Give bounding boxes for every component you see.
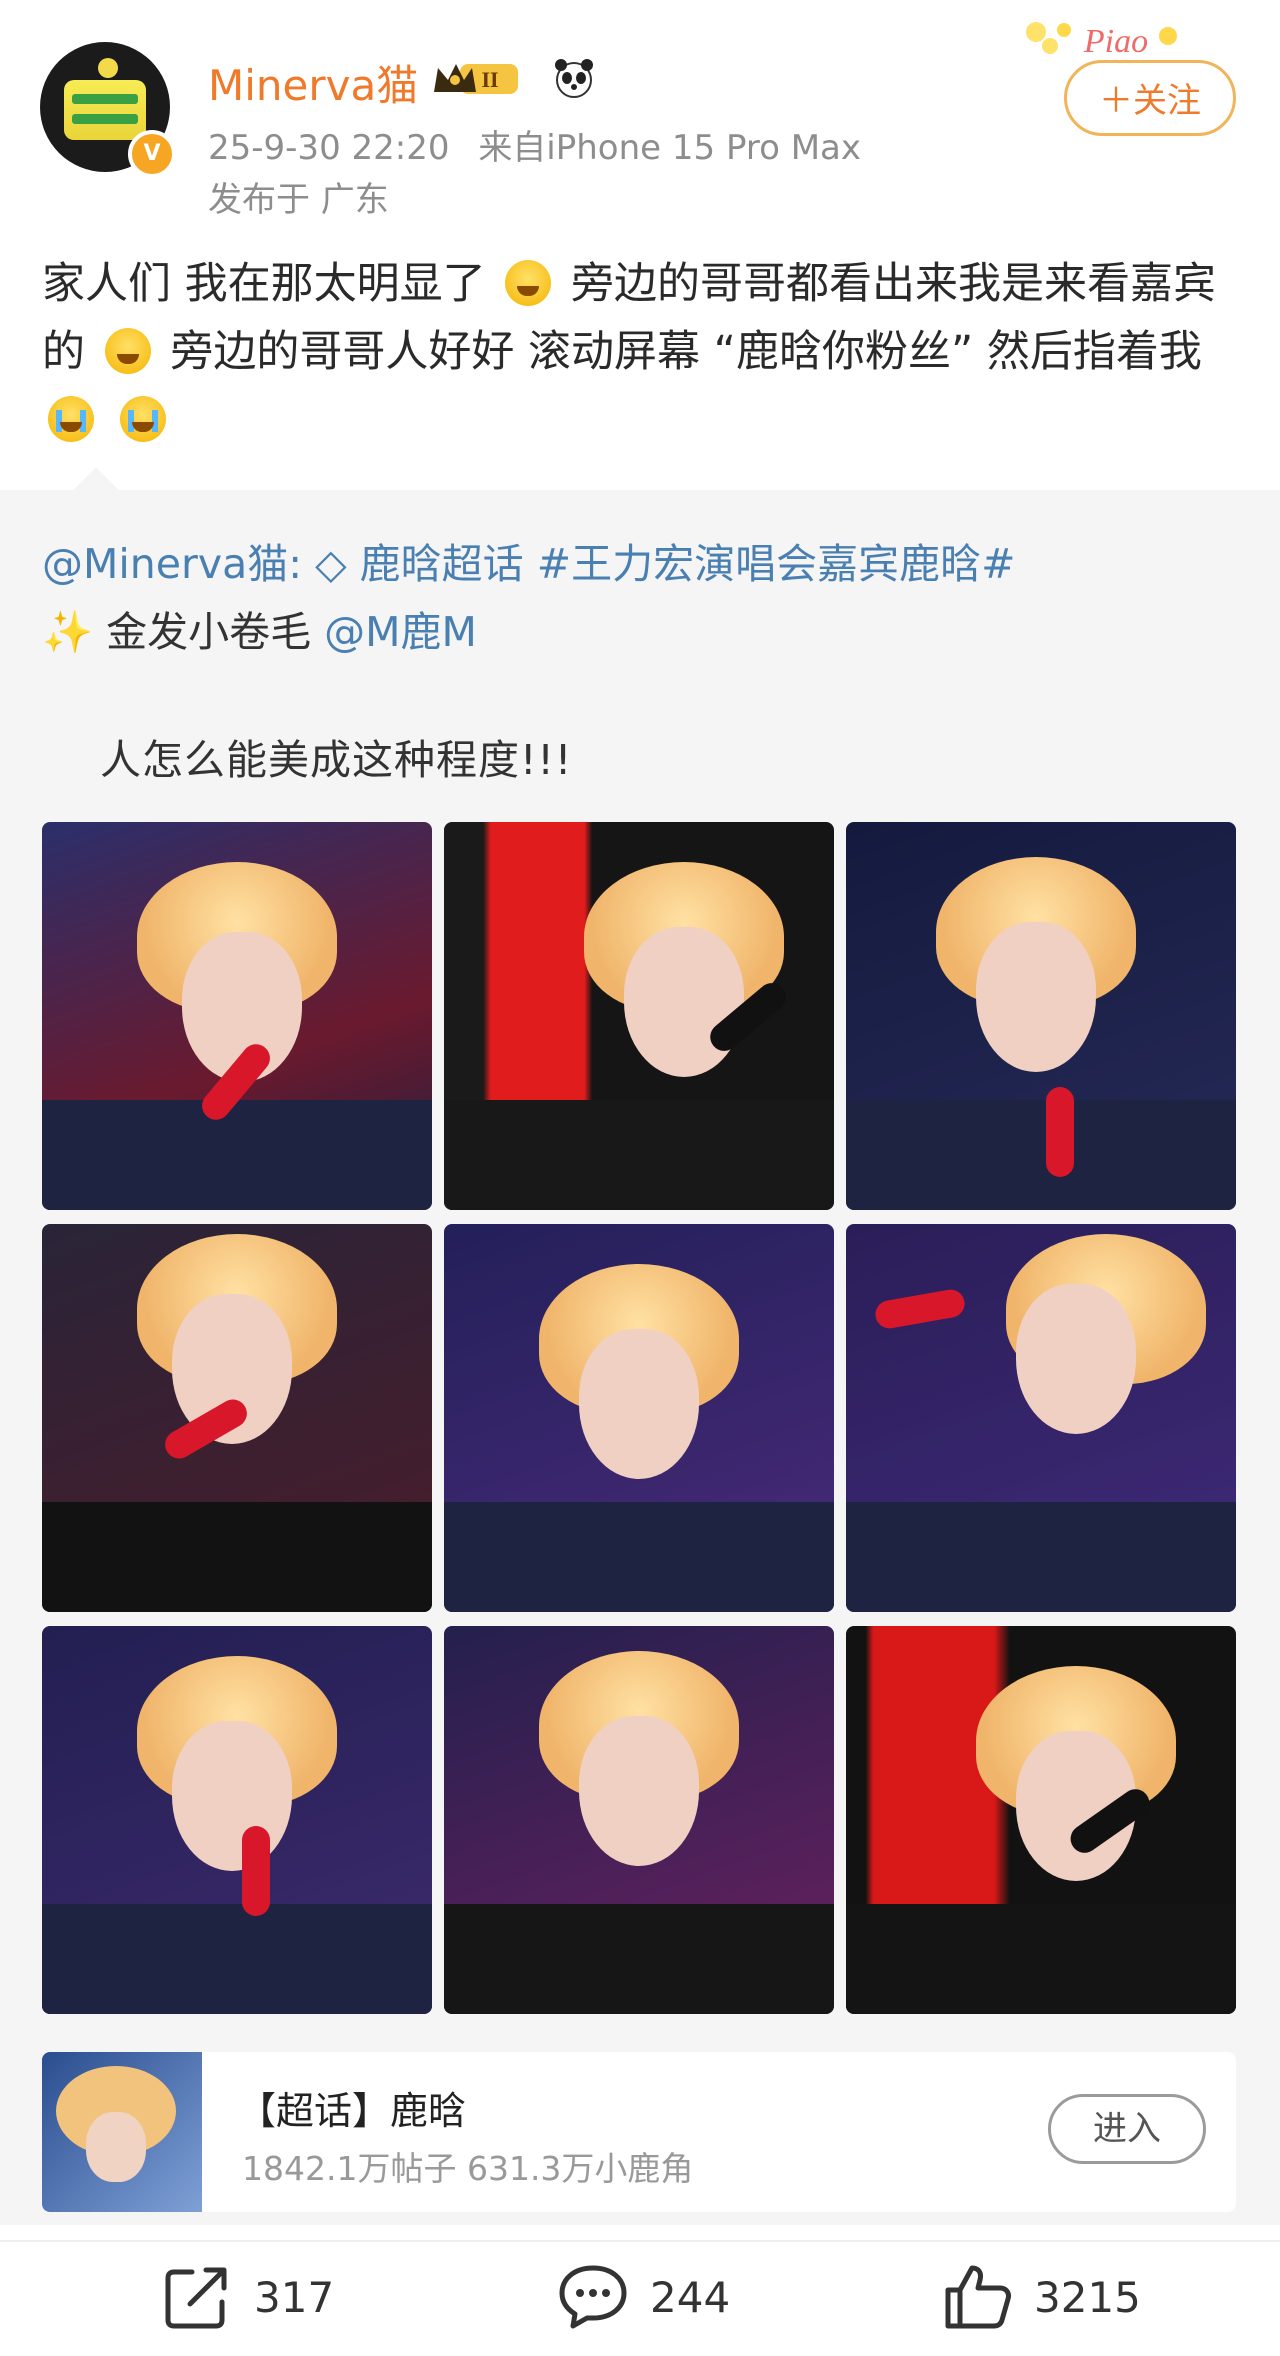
username[interactable]: Minerva猫 (208, 52, 418, 113)
like-action[interactable]: 3215 (940, 2262, 1141, 2332)
supertopic-thumbnail (42, 2052, 202, 2212)
photo-5[interactable] (444, 1224, 834, 1612)
supertopic-title: 【超话】鹿晗 (238, 2089, 467, 2133)
repost-header: @Minerva猫: ◇ 鹿晗超话 #王力宏演唱会嘉宾鹿晗# (42, 530, 1015, 590)
like-count: 3215 (1034, 2272, 1141, 2322)
post-body: 家人们 我在那太明显了 旁边的哥哥都看出来我是来看嘉宾的 旁边的哥哥人好好 滚动… (42, 250, 1242, 454)
follow-button[interactable]: ＋关注 (1064, 60, 1236, 136)
post-meta: 25-9-30 22:20 来自iPhone 15 Pro Max (208, 120, 861, 169)
user-mention[interactable]: @M鹿M (324, 608, 477, 656)
photo-9[interactable] (846, 1626, 1236, 2014)
post-text-1: 家人们 我在那太明显了 (42, 259, 486, 309)
crown-level-badge-icon: II (434, 64, 518, 94)
shy-face-emoji-icon (505, 260, 552, 306)
photo-2[interactable] (444, 822, 834, 1210)
location: 发布于 广东 (208, 180, 389, 220)
crying-face-emoji-icon (48, 396, 94, 442)
repost-line-3: 人怎么能美成这种程度!!! (100, 736, 573, 784)
photo-8[interactable] (444, 1626, 834, 2014)
enter-button[interactable]: 进入 (1048, 2094, 1206, 2164)
post-text-3: 旁边的哥哥人好好 滚动屏幕 “鹿晗你粉丝” 然后指着我 (170, 327, 1202, 377)
photo-4[interactable] (42, 1224, 432, 1612)
comment-action[interactable]: 244 (556, 2262, 730, 2332)
photo-7[interactable] (42, 1626, 432, 2014)
repost-count: 317 (254, 2272, 335, 2322)
repost-text: 金发小卷毛 (106, 608, 325, 656)
deco-text: Piao (1083, 23, 1148, 60)
repost-line-2: ✨ 金发小卷毛 @M鹿M (42, 598, 477, 658)
crying-face-emoji-icon (119, 396, 166, 442)
hashtag-link[interactable]: #王力宏演唱会嘉宾鹿晗# (537, 540, 1016, 588)
photo-3[interactable] (846, 822, 1236, 1210)
verified-badge-icon: V (128, 130, 176, 178)
sparkle-icon: ✨ (42, 608, 94, 656)
photo-grid (42, 822, 1236, 2016)
supertopic-gem-icon: ◇ (315, 540, 347, 588)
comment-count: 244 (650, 2272, 731, 2322)
share-icon (165, 2267, 227, 2329)
level-badge-text: II (481, 67, 498, 92)
shy-face-emoji-icon (104, 328, 151, 374)
supertopic-link[interactable]: 鹿晗超话 (360, 540, 524, 588)
panda-icon (555, 59, 593, 98)
supertopic-stats: 1842.1万帖子 631.3万小鹿角 (242, 2149, 694, 2188)
timestamp: 25-9-30 22:20 (208, 128, 450, 168)
comment-icon (559, 2265, 627, 2329)
repost-action[interactable]: 317 (160, 2262, 334, 2332)
repost-author-mention[interactable]: @Minerva猫: (42, 540, 302, 588)
thumbs-up-icon (945, 2265, 1011, 2329)
source-device: 来自iPhone 15 Pro Max (478, 128, 861, 168)
photo-1[interactable] (42, 822, 432, 1210)
photo-6[interactable] (846, 1224, 1236, 1612)
